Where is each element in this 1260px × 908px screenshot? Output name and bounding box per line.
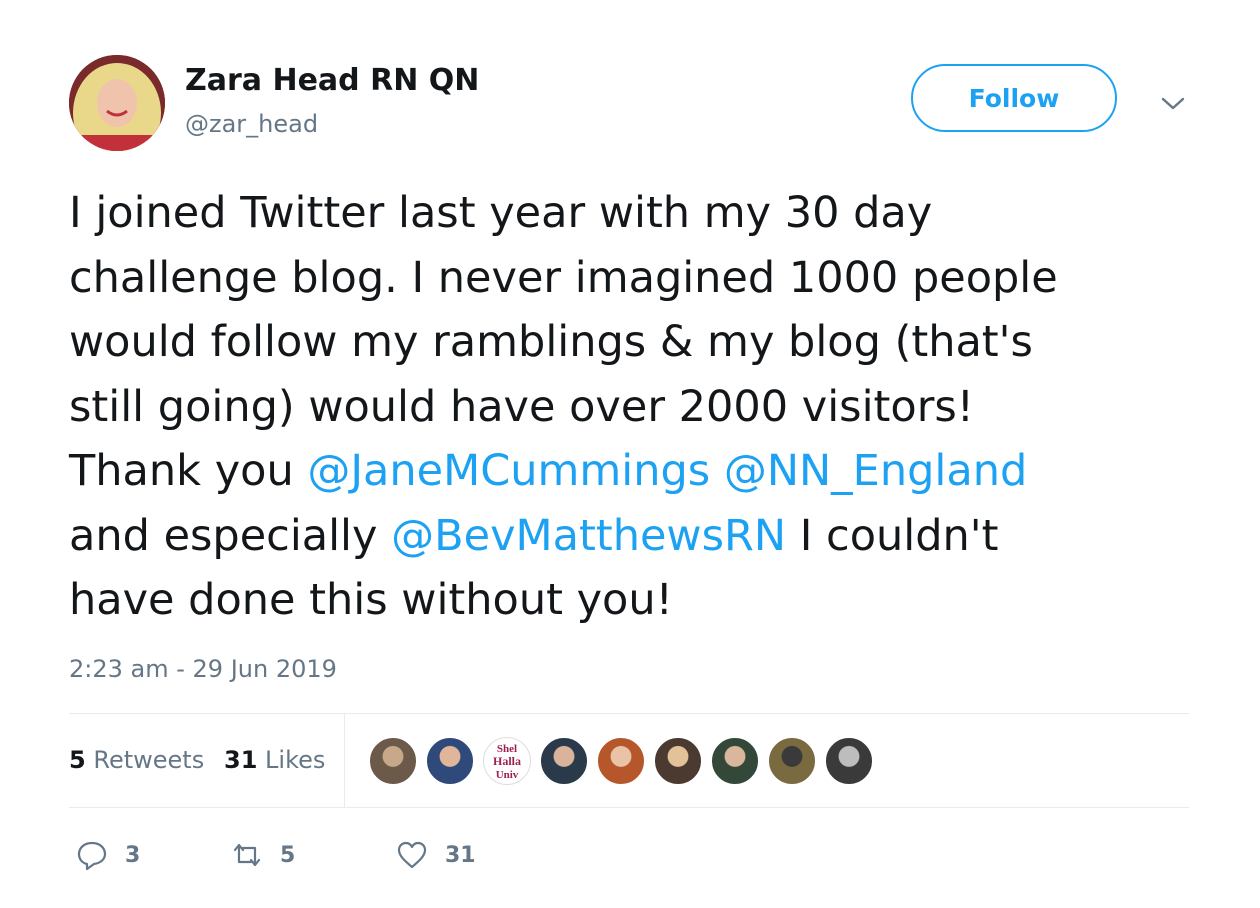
liker-avatar[interactable] [825, 737, 873, 785]
tweet-text-segment: and especially [69, 510, 392, 561]
divider [69, 713, 1189, 714]
tweet-text-segment: have done this without you! [69, 575, 673, 625]
tweet-actions: 3 5 31 [75, 838, 575, 878]
mention-link[interactable]: @BevMatthewsRN [391, 511, 786, 561]
tweet-line: Thank you @JaneMCummings @NN_England [69, 439, 1209, 504]
tweet-line: have done this without you! [69, 568, 1209, 633]
tweet-line: and especially @BevMatthewsRN I couldn't [69, 504, 1209, 569]
retweet-button[interactable]: 5 [230, 838, 295, 872]
tweet-text-segment: I couldn't [786, 510, 999, 561]
tweet-text-segment: still going) would have over 2000 visito… [69, 381, 975, 432]
tweet-line: I joined Twitter last year with my 30 da… [69, 181, 1209, 246]
like-button[interactable]: 31 [395, 838, 476, 872]
tweet-text-segment: Thank you [69, 446, 308, 496]
retweets-count: 5 [69, 746, 86, 774]
svg-text:Halla: Halla [493, 754, 521, 768]
tweet-text-segment [710, 446, 724, 496]
svg-text:Univ: Univ [496, 769, 519, 781]
tweet-text-segment: challenge blog. I never imagined 1000 pe… [69, 252, 1058, 303]
divider [344, 714, 345, 807]
likes-stat[interactable]: 31 Likes [224, 742, 325, 778]
liker-avatar[interactable] [597, 737, 645, 785]
mention-link[interactable]: @JaneMCummings [307, 446, 710, 496]
author-handle[interactable]: @zar_head [185, 108, 318, 140]
follow-button[interactable]: Follow [911, 64, 1117, 132]
retweets-stat[interactable]: 5 Retweets [69, 742, 204, 778]
likes-count: 31 [224, 746, 258, 774]
tweet-line: would follow my ramblings & my blog (tha… [69, 310, 1209, 375]
author-name[interactable]: Zara Head RN QN [185, 62, 479, 100]
retweet-count: 5 [280, 842, 296, 868]
liker-avatar[interactable] [768, 737, 816, 785]
reply-icon [77, 841, 107, 871]
mention-link[interactable]: @NN_England [724, 446, 1027, 496]
tweet-text: I joined Twitter last year with my 30 da… [69, 181, 1209, 633]
likes-label: Likes [265, 746, 326, 774]
liker-avatar[interactable]: Shel Halla Univ [483, 737, 531, 785]
liker-avatar[interactable] [711, 737, 759, 785]
retweets-label: Retweets [93, 746, 205, 774]
liker-avatar[interactable] [654, 737, 702, 785]
like-count: 31 [445, 842, 476, 868]
author-avatar[interactable] [69, 55, 165, 151]
heart-icon [397, 841, 427, 869]
divider [69, 807, 1189, 808]
liker-avatar[interactable] [369, 737, 417, 785]
tweet-line: still going) would have over 2000 visito… [69, 375, 1209, 440]
liker-avatar[interactable] [540, 737, 588, 785]
reply-button[interactable]: 3 [75, 838, 140, 872]
reply-count: 3 [125, 842, 141, 868]
tweet-line: challenge blog. I never imagined 1000 pe… [69, 246, 1209, 311]
tweet-text-segment: would follow my ramblings & my blog (tha… [69, 317, 1033, 367]
tweet-timestamp[interactable]: 2:23 am - 29 Jun 2019 [69, 652, 337, 686]
tweet-text-segment: I joined Twitter last year with my 30 da… [69, 188, 933, 238]
retweet-icon [233, 843, 261, 867]
liker-avatar[interactable] [426, 737, 474, 785]
chevron-down-icon[interactable] [1158, 90, 1188, 116]
